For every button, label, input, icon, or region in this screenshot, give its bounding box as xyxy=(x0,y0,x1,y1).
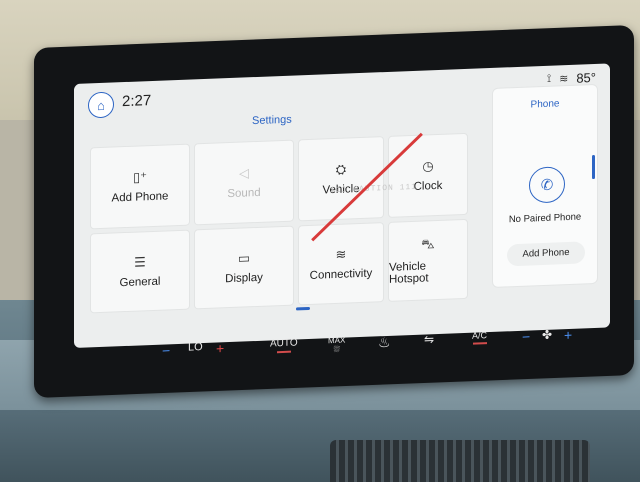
tile-label: Vehicle Hotspot xyxy=(389,260,429,286)
phone-add-icon: ▯⁺ xyxy=(132,169,147,185)
settings-title: Settings xyxy=(252,113,292,128)
wifi-status-icon: ≋ xyxy=(559,73,569,86)
tile-label: Add Phone xyxy=(111,190,169,205)
tile-label: Sound xyxy=(227,186,261,201)
vehicle-settings-icon: ⛭ xyxy=(335,161,347,177)
clock-time: 2:27 xyxy=(122,92,152,111)
sliders-icon: ☰ xyxy=(134,254,146,270)
tile-label: Clock xyxy=(413,179,443,193)
max-defrost-button[interactable]: MAX ⛆ xyxy=(328,336,345,356)
phone-panel: Phone ✆ No Paired Phone Add Phone xyxy=(492,83,598,288)
phone-icon: ✆ xyxy=(540,176,554,195)
auto-label: AUTO xyxy=(270,337,298,350)
recirculation-icon: ⇋ xyxy=(424,332,435,347)
clock-icon: ◷ xyxy=(422,158,434,174)
tile-connectivity[interactable]: ≋ Connectivity xyxy=(298,222,384,306)
recirculation-button[interactable]: ⇋ xyxy=(424,332,434,346)
tile-label: General xyxy=(119,275,161,290)
display-icon: ▭ xyxy=(237,250,251,266)
temp-decrease-button[interactable]: − xyxy=(162,342,170,358)
tile-general[interactable]: ☰ General xyxy=(90,229,190,314)
phone-call-button[interactable]: ✆ xyxy=(529,166,565,204)
tile-label: Display xyxy=(225,271,263,286)
auto-button[interactable]: AUTO xyxy=(270,337,298,354)
ac-label: A/C xyxy=(472,330,488,341)
page-indicator xyxy=(296,306,310,311)
panel-handle[interactable] xyxy=(592,154,595,180)
ac-button[interactable]: A/C xyxy=(472,330,487,345)
tile-label: Connectivity xyxy=(309,267,373,282)
tile-clock[interactable]: ◷ Clock xyxy=(388,132,468,218)
seat-icon: ♨ xyxy=(378,333,391,351)
fan-decrease-button[interactable]: − xyxy=(522,328,530,344)
add-phone-button[interactable]: Add Phone xyxy=(507,241,585,267)
phone-status: No Paired Phone xyxy=(508,211,582,226)
seat-heat-button[interactable]: ♨ xyxy=(378,334,391,351)
home-button[interactable]: ⌂ xyxy=(88,91,114,119)
wifi-icon: ≋ xyxy=(335,246,347,262)
fan-increase-button[interactable]: + xyxy=(564,327,572,343)
air-vent xyxy=(330,440,590,482)
temp-increase-button[interactable]: + xyxy=(216,340,224,356)
tile-sound[interactable]: ◁ Sound xyxy=(194,139,294,226)
tile-display[interactable]: ▭ Display xyxy=(194,225,294,310)
home-icon: ⌂ xyxy=(97,97,105,113)
signal-icon: ⟟ xyxy=(547,72,552,85)
defrost-icon: ⛆ xyxy=(333,344,340,355)
phone-panel-title: Phone xyxy=(530,98,560,111)
fan-icon: ✤ xyxy=(542,327,553,343)
speaker-icon: ◁ xyxy=(239,165,249,181)
infotainment-screen: ⌂ 2:27 ⟟ ≋ 85° Settings ▯⁺ Add Phone ◁ S… xyxy=(74,63,610,348)
tile-add-phone[interactable]: ▯⁺ Add Phone xyxy=(90,143,190,230)
hotspot-car-icon: ⛍ xyxy=(421,236,435,252)
tile-vehicle-hotspot[interactable]: ⛍ Vehicle Hotspot xyxy=(388,218,468,302)
fan-button[interactable]: ✤ xyxy=(542,328,552,342)
left-temp-value: LO xyxy=(188,341,203,354)
max-label: MAX xyxy=(328,335,346,346)
